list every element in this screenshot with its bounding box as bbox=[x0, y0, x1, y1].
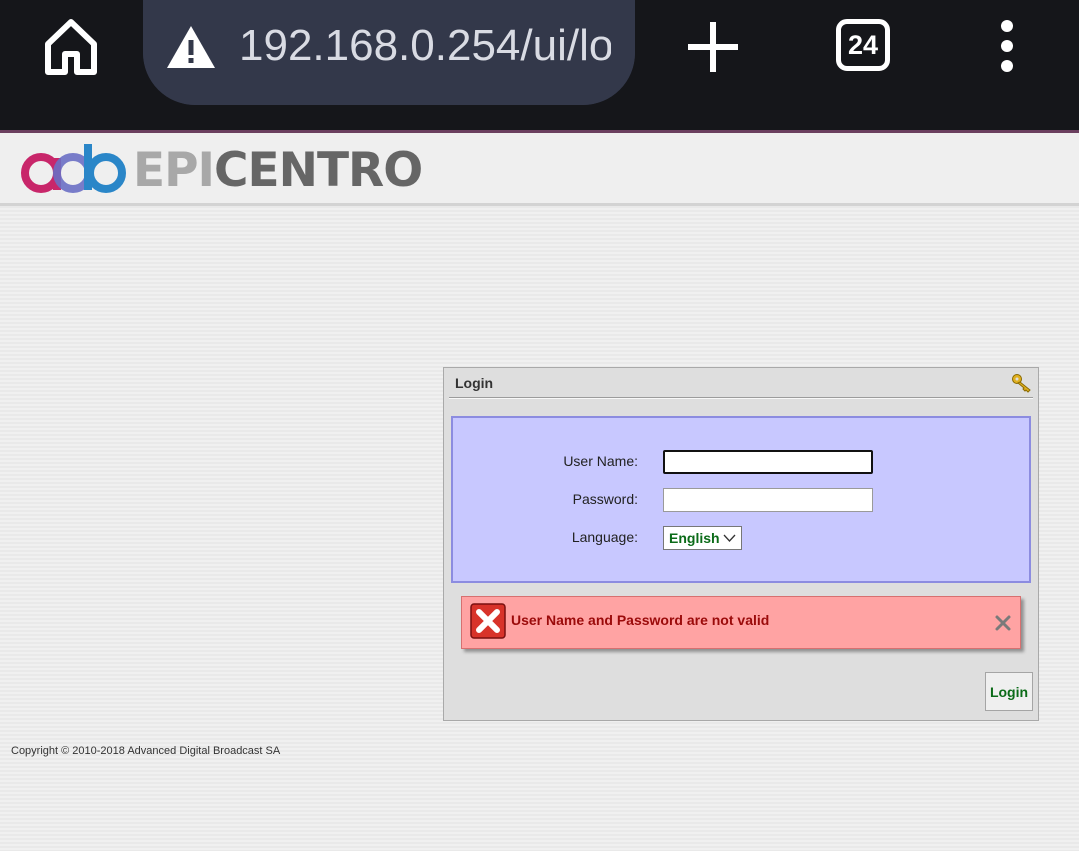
login-form: User Name: Password: Language: English bbox=[451, 416, 1031, 583]
tab-switcher-button[interactable]: 24 bbox=[836, 19, 890, 71]
close-icon[interactable] bbox=[994, 614, 1012, 632]
home-icon[interactable] bbox=[40, 16, 102, 78]
language-label: Language: bbox=[571, 529, 638, 545]
error-message-box: User Name and Password are not valid bbox=[461, 596, 1021, 649]
username-input[interactable] bbox=[663, 450, 873, 474]
adb-epicentro-logo: EPICENTRO bbox=[20, 140, 423, 198]
plus-icon[interactable] bbox=[684, 18, 742, 76]
chevron-down-icon bbox=[723, 534, 736, 542]
language-select[interactable]: English bbox=[663, 526, 742, 550]
error-text: User Name and Password are not valid bbox=[511, 612, 770, 628]
panel-title: Login bbox=[455, 375, 494, 391]
login-panel: Login User Name: Password: Language: Eng… bbox=[443, 367, 1039, 721]
warning-icon[interactable] bbox=[165, 24, 217, 70]
browser-toolbar: 192.168.0.254/ui/login 24 bbox=[0, 0, 1079, 130]
username-label: User Name: bbox=[563, 453, 638, 469]
login-button[interactable]: Login bbox=[985, 672, 1033, 711]
key-icon bbox=[1012, 374, 1031, 393]
adb-logo-mark bbox=[21, 144, 126, 193]
password-input[interactable] bbox=[663, 488, 873, 512]
more-vert-icon[interactable] bbox=[994, 18, 1020, 74]
login-panel-header: Login bbox=[449, 370, 1033, 398]
password-label: Password: bbox=[572, 491, 638, 507]
site-header: EPICENTRO bbox=[0, 133, 1079, 206]
error-x-icon bbox=[470, 603, 506, 639]
address-bar[interactable]: 192.168.0.254/ui/login bbox=[143, 0, 635, 105]
language-selected-value: English bbox=[669, 530, 720, 546]
copyright-text: Copyright © 2010-2018 Advanced Digital B… bbox=[11, 745, 281, 757]
url-text[interactable]: 192.168.0.254/ui/login bbox=[239, 18, 611, 74]
epicentro-wordmark: EPICENTRO bbox=[133, 143, 423, 198]
